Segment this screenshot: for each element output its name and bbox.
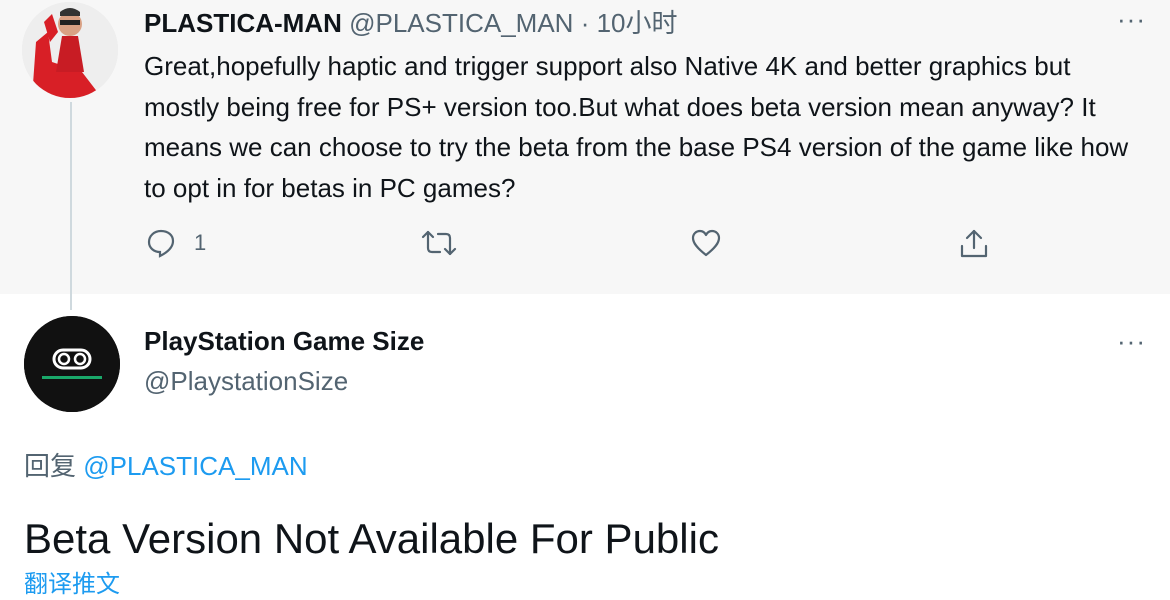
separator: · — [580, 8, 590, 38]
reply-button[interactable]: 1 — [146, 228, 206, 258]
tweet-actions: 1 — [0, 228, 1170, 272]
like-icon — [690, 228, 722, 258]
display-name[interactable]: PlayStation Game Size — [144, 324, 424, 358]
reply-prefix: 回复 — [24, 451, 77, 481]
tweet-header: PLASTICA-MAN @PLASTICA_MAN · 10小时 — [144, 6, 678, 40]
retweet-button[interactable] — [420, 228, 458, 258]
user-handle[interactable]: @PlaystationSize — [144, 364, 348, 398]
replying-to: 回复 @PLASTICA_MAN — [24, 448, 308, 484]
share-button[interactable] — [958, 228, 990, 260]
share-icon — [958, 228, 990, 260]
tweet-text: Great,hopefully haptic and trigger suppo… — [144, 51, 1129, 203]
mention-link[interactable]: @PLASTICA_MAN — [83, 451, 307, 481]
translate-tweet-link[interactable]: 翻译推文 — [24, 570, 120, 600]
tweet-text: Beta Version Not Available For Public — [24, 515, 719, 562]
avatar[interactable] — [24, 316, 120, 412]
display-name[interactable]: PLASTICA-MAN — [144, 8, 342, 38]
avatar[interactable] — [22, 2, 118, 98]
retweet-icon — [420, 228, 458, 258]
like-button[interactable] — [690, 228, 722, 258]
timestamp[interactable]: 10小时 — [597, 8, 678, 38]
reply-count: 1 — [194, 230, 207, 255]
parent-tweet[interactable]: PLASTICA-MAN @PLASTICA_MAN · 10小时 ··· Gr… — [0, 0, 1170, 294]
more-options-button[interactable]: ··· — [1117, 4, 1146, 35]
reply-icon — [146, 228, 176, 258]
more-options-button[interactable]: ··· — [1117, 326, 1146, 357]
thread-line — [70, 102, 72, 310]
user-handle[interactable]: @PLASTICA_MAN — [349, 8, 573, 38]
